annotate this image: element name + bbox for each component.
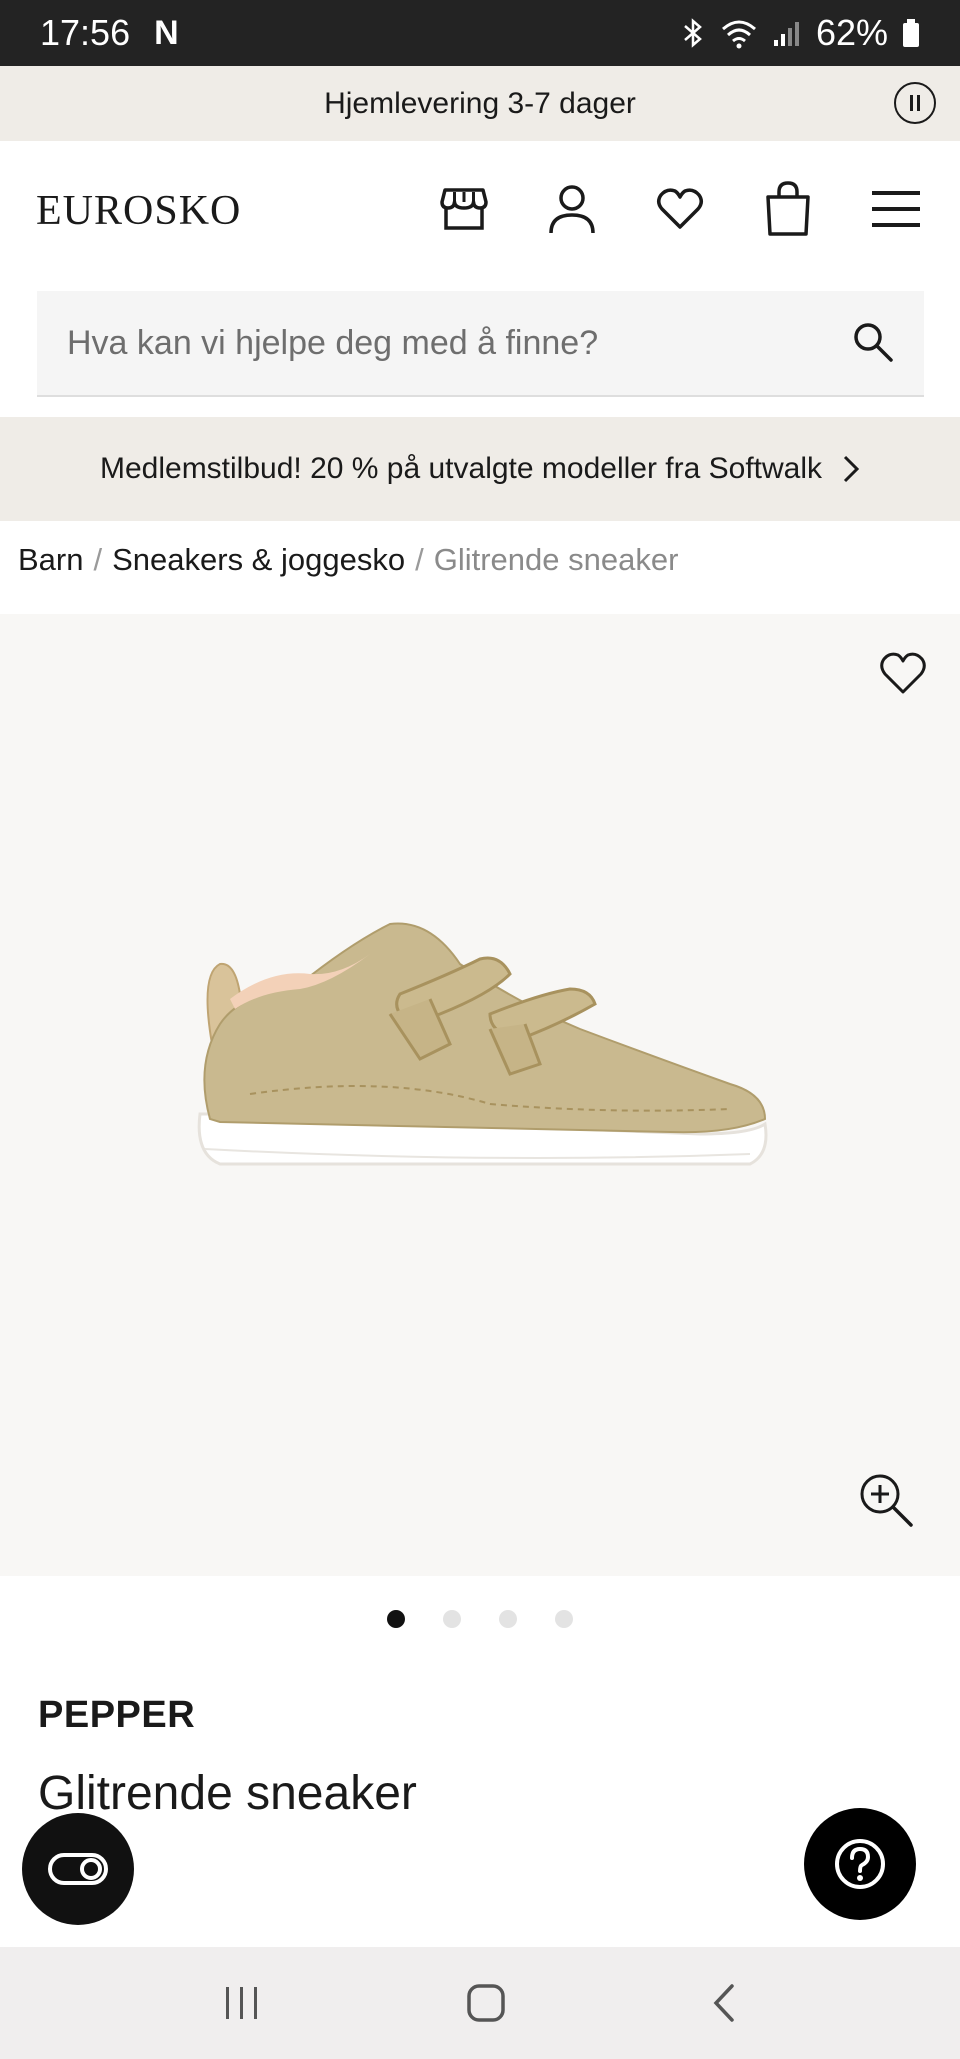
breadcrumb-separator: /	[93, 542, 103, 577]
pause-icon	[910, 95, 920, 111]
promo-banner: Hjemlevering 3-7 dager	[0, 66, 960, 141]
status-bar: 17:56 N 62%	[0, 0, 960, 66]
product-gallery[interactable]	[0, 614, 960, 1576]
breadcrumb-link-sneakers[interactable]: Sneakers & joggesko	[112, 542, 405, 578]
search-icon[interactable]	[852, 321, 894, 363]
home-icon[interactable]	[466, 1983, 506, 2023]
breadcrumb-separator: /	[415, 542, 424, 577]
question-icon	[835, 1839, 885, 1889]
gallery-dot-4[interactable]	[555, 1610, 573, 1628]
wifi-icon	[721, 20, 756, 49]
gallery-dot-2[interactable]	[443, 1610, 461, 1628]
promo-text: Hjemlevering 3-7 dager	[324, 86, 636, 120]
chevron-right-icon	[843, 455, 860, 483]
recent-apps-icon[interactable]	[222, 1985, 262, 2021]
product-title: Glitrende sneaker	[38, 1767, 417, 1820]
shopping-bag-icon	[766, 181, 810, 236]
gallery-dot-3[interactable]	[499, 1610, 517, 1628]
pause-button[interactable]	[894, 82, 936, 124]
store-icon	[440, 188, 488, 230]
breadcrumb: Barn / Sneakers & joggesko / Glitrende s…	[18, 535, 678, 585]
add-to-wishlist-button[interactable]	[878, 650, 928, 701]
zoom-in-icon	[860, 1474, 913, 1527]
site-logo[interactable]: EUROSKO	[36, 187, 241, 235]
system-navigation-bar	[0, 1947, 960, 2059]
user-icon	[549, 185, 595, 234]
zoom-button[interactable]	[858, 1472, 914, 1533]
search-placeholder: Hva kan vi hjelpe deg med å finne?	[67, 323, 599, 362]
breadcrumb-link-barn[interactable]: Barn	[18, 542, 83, 578]
account-button[interactable]	[546, 181, 598, 237]
cart-button[interactable]	[762, 181, 814, 237]
search-input[interactable]: Hva kan vi hjelpe deg med å finne?	[37, 291, 924, 397]
gallery-pagination	[0, 1610, 960, 1628]
toggle-icon	[48, 1853, 108, 1885]
member-offer-banner[interactable]: Medlemstilbud! 20 % på utvalgte modeller…	[0, 417, 960, 521]
bluetooth-icon	[684, 18, 702, 48]
product-image	[197, 922, 768, 1166]
hamburger-icon	[872, 191, 920, 227]
member-offer-text: Medlemstilbud! 20 % på utvalgte modeller…	[99, 452, 823, 485]
clock: 17:56	[40, 12, 131, 53]
accessibility-toggle-button[interactable]	[22, 1813, 134, 1925]
wishlist-button[interactable]	[654, 181, 706, 237]
help-button[interactable]	[804, 1808, 916, 1920]
product-brand[interactable]: PEPPER	[38, 1694, 195, 1737]
heart-icon	[657, 188, 703, 229]
site-header: EUROSKO	[0, 141, 960, 281]
breadcrumb-current: Glitrende sneaker	[433, 542, 679, 577]
menu-button[interactable]	[870, 181, 922, 237]
signal-icon	[773, 22, 799, 46]
heart-icon	[880, 652, 926, 694]
gallery-dot-1[interactable]	[387, 1610, 405, 1628]
back-icon[interactable]	[710, 1983, 738, 2023]
netflix-icon: N	[154, 13, 179, 52]
battery-percent: 62%	[815, 12, 888, 53]
battery-icon	[903, 19, 919, 47]
store-button[interactable]	[438, 181, 490, 237]
